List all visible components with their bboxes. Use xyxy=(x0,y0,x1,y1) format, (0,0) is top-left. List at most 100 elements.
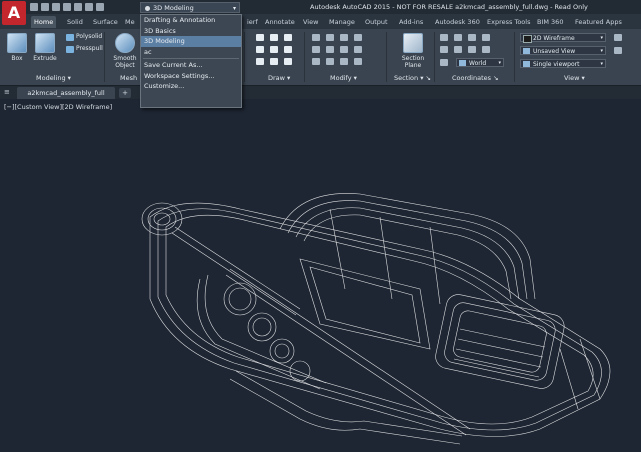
section-plane-button[interactable]: Section Plane xyxy=(396,33,430,69)
save-icon[interactable] xyxy=(52,3,60,11)
tab-solid[interactable]: Solid xyxy=(64,16,86,28)
tab-add-ins[interactable]: Add-ins xyxy=(396,16,426,28)
save-current-as-item[interactable]: Save Current As... xyxy=(141,60,241,71)
ribbon-tab-bar: Home Solid Surface Me ierf Annotate View… xyxy=(0,14,641,29)
polyline-icon[interactable] xyxy=(270,34,278,41)
ucs-previous-icon[interactable] xyxy=(440,59,448,66)
saved-view-dropdown[interactable]: Unsaved View ▾ xyxy=(520,46,606,55)
save-as-icon[interactable] xyxy=(63,3,71,11)
mirror-icon[interactable] xyxy=(326,46,334,53)
print-icon[interactable] xyxy=(74,3,82,11)
ucs-world-dropdown[interactable]: World ▾ xyxy=(456,58,504,67)
rectangle-icon[interactable] xyxy=(270,46,278,53)
tab-view[interactable]: View xyxy=(300,16,321,28)
tab-home[interactable]: Home xyxy=(31,16,57,28)
workspace-item-3d-basics[interactable]: 3D Basics xyxy=(141,26,241,37)
view-extra-icon[interactable] xyxy=(614,47,622,54)
ellipse-icon[interactable] xyxy=(256,58,264,65)
tab-bim-360[interactable]: BIM 360 xyxy=(534,16,566,28)
tab-autodesk-360[interactable]: Autodesk 360 xyxy=(432,16,483,28)
open-icon[interactable] xyxy=(41,3,49,11)
move-icon[interactable] xyxy=(312,34,320,41)
polysolid-button[interactable]: Polysolid xyxy=(76,33,102,40)
presspull-icon xyxy=(66,46,74,53)
ucs-view-icon[interactable] xyxy=(482,46,490,53)
tab-surface[interactable]: Surface xyxy=(90,16,121,28)
saved-view-label: Unsaved View xyxy=(533,48,576,55)
visual-style-icon xyxy=(523,35,532,43)
tab-featured-apps[interactable]: Featured Apps xyxy=(572,16,625,28)
tab-manage[interactable]: Manage xyxy=(326,16,358,28)
ucs-y-icon[interactable] xyxy=(468,34,476,41)
tab-annotate[interactable]: Annotate xyxy=(262,16,298,28)
undo-icon[interactable] xyxy=(85,3,93,11)
offset-icon[interactable] xyxy=(354,46,362,53)
tab-render[interactable]: ierf xyxy=(244,16,261,28)
circle-icon[interactable] xyxy=(256,46,264,53)
erase-icon[interactable] xyxy=(354,58,362,65)
chevron-down-icon: ▾ xyxy=(232,5,236,12)
copy-icon[interactable] xyxy=(312,46,320,53)
modify-panel-label[interactable]: Modify ▾ xyxy=(330,74,357,82)
workspace-item-3d-modeling[interactable]: 3D Modeling xyxy=(141,36,241,47)
smooth-label: Smooth xyxy=(113,55,137,62)
new-icon[interactable] xyxy=(30,3,38,11)
application-menu-button[interactable]: A xyxy=(2,1,26,25)
workspace-item-drafting[interactable]: Drafting & Annotation xyxy=(141,15,241,26)
plane-label: Plane xyxy=(404,62,422,69)
draw-panel-label[interactable]: Draw ▾ xyxy=(268,74,290,82)
section-plane-icon xyxy=(403,33,423,53)
smooth-object-button[interactable]: Smooth Object xyxy=(110,33,140,69)
viewport-config-dropdown[interactable]: Single viewport ▾ xyxy=(520,59,606,68)
mesh-panel-label[interactable]: Mesh xyxy=(120,74,137,82)
rotate-icon[interactable] xyxy=(326,34,334,41)
title-bar: 3D Modeling ▾ Autodesk AutoCAD 2015 - NO… xyxy=(0,0,641,14)
array-icon[interactable] xyxy=(340,46,348,53)
tab-mesh[interactable]: Me xyxy=(122,16,138,28)
polygon-icon[interactable] xyxy=(284,58,292,65)
workspace-item-ac[interactable]: ac xyxy=(141,47,241,58)
modeling-panel-label[interactable]: Modeling ▾ xyxy=(36,74,71,82)
coordinates-panel-label[interactable]: Coordinates ↘ xyxy=(452,74,499,82)
scale-icon[interactable] xyxy=(326,58,334,65)
workspace-settings-item[interactable]: Workspace Settings... xyxy=(141,71,241,82)
ucs-z-icon[interactable] xyxy=(482,34,490,41)
visual-style-dropdown[interactable]: 2D Wireframe ▾ xyxy=(520,33,606,43)
ucs-x-icon[interactable] xyxy=(454,34,462,41)
drawing-viewport[interactable]: [−][Custom View][2D Wireframe] xyxy=(0,99,641,452)
world-label: World xyxy=(469,60,487,67)
autocad-window: 3D Modeling ▾ Autodesk AutoCAD 2015 - NO… xyxy=(0,0,641,452)
ucs-origin-icon[interactable] xyxy=(440,46,448,53)
explode-icon[interactable] xyxy=(340,58,348,65)
tab-express-tools[interactable]: Express Tools xyxy=(484,16,533,28)
file-tab-menu-icon[interactable]: ≡ xyxy=(4,88,13,97)
trim-icon[interactable] xyxy=(340,34,348,41)
hatch-icon[interactable] xyxy=(270,58,278,65)
view-manager-icon[interactable] xyxy=(614,34,622,41)
arc-icon[interactable] xyxy=(284,34,292,41)
section-panel-label[interactable]: Section ▾ ↘ xyxy=(394,74,431,82)
tab-output[interactable]: Output xyxy=(362,16,391,28)
new-tab-button[interactable]: + xyxy=(119,88,131,98)
customize-item[interactable]: Customize... xyxy=(141,81,241,92)
presspull-button[interactable]: Presspull xyxy=(76,45,103,52)
spline-icon[interactable] xyxy=(284,46,292,53)
object-label: Object xyxy=(115,62,135,69)
line-icon[interactable] xyxy=(256,34,264,41)
workspace-dropdown[interactable]: 3D Modeling ▾ xyxy=(140,2,240,13)
ucs-object-icon[interactable] xyxy=(468,46,476,53)
box-icon xyxy=(7,33,27,53)
extrude-icon xyxy=(35,33,55,53)
workspace-menu: Drafting & Annotation 3D Basics 3D Model… xyxy=(140,14,242,108)
view-panel-label[interactable]: View ▾ xyxy=(564,74,585,82)
extrude-button[interactable]: Extrude xyxy=(32,33,58,62)
stretch-icon[interactable] xyxy=(312,58,320,65)
ucs-icon[interactable] xyxy=(440,34,448,41)
box-button[interactable]: Box xyxy=(4,33,30,62)
quick-access-toolbar xyxy=(30,0,104,14)
file-tab[interactable]: a2kmcad_assembly_full xyxy=(17,87,115,99)
viewport-controls-label[interactable]: [−][Custom View][2D Wireframe] xyxy=(4,103,112,111)
ucs-face-icon[interactable] xyxy=(454,46,462,53)
redo-icon[interactable] xyxy=(96,3,104,11)
fillet-icon[interactable] xyxy=(354,34,362,41)
